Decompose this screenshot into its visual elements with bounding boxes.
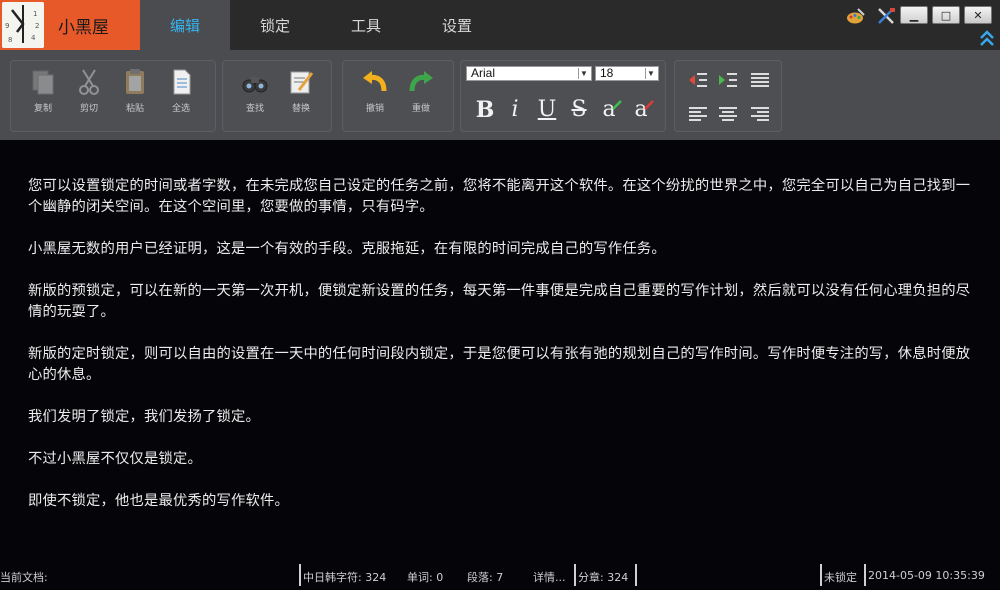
- binoculars-icon: [242, 77, 268, 93]
- svg-text:9: 9: [5, 22, 9, 30]
- clock-logo-icon: 1 2 4 8 9: [2, 2, 44, 48]
- tab-edit[interactable]: 编辑: [140, 0, 230, 50]
- chapter-count: 分章: 324: [578, 571, 629, 584]
- paste-label: 粘贴: [125, 104, 144, 114]
- tab-lock[interactable]: 锁定: [230, 0, 320, 50]
- align-center-icon[interactable]: [717, 105, 739, 123]
- paste-button[interactable]: 粘贴: [115, 67, 155, 127]
- status-divider: [574, 564, 576, 586]
- increase-indent-icon[interactable]: [717, 71, 739, 89]
- svg-text:1: 1: [33, 10, 37, 18]
- current-document-label: 当前文档:: [0, 571, 48, 584]
- toolbar: 复制 剪切 粘贴 全选 查找 替换 撤销 重做 Arial ▼ 18 ▼ B i…: [0, 50, 1000, 140]
- find-label: 查找: [245, 104, 264, 114]
- chevron-down-icon: ▼: [578, 68, 589, 79]
- status-bar: 当前文档: 中日韩字符: 324 单词: 0 段落: 7 详情... 分章: 3…: [0, 560, 1000, 590]
- align-left-icon[interactable]: [687, 105, 709, 123]
- paragraph-count: 段落: 7: [467, 571, 504, 584]
- status-divider: [864, 564, 866, 586]
- scissors-icon: [79, 69, 99, 95]
- cut-button[interactable]: 剪切: [69, 67, 109, 127]
- replace-label: 替换: [291, 104, 310, 114]
- paragraph[interactable]: 我们发明了锁定，我们发扬了锁定。: [28, 407, 978, 428]
- paragraph[interactable]: 即使不锁定，他也是最优秀的写作软件。: [28, 491, 978, 512]
- redo-button[interactable]: 重做: [401, 67, 441, 127]
- status-divider: [299, 564, 301, 586]
- svg-text:8: 8: [8, 36, 12, 44]
- document-text[interactable]: 您可以设置锁定的时间或者字数，在未完成您自己设定的任务之前，您将不能离开这个软件…: [28, 176, 978, 533]
- highlight-button[interactable]: a: [629, 97, 654, 127]
- undo-button[interactable]: 撤销: [355, 67, 395, 127]
- status-divider: [820, 564, 822, 586]
- font-color-button[interactable]: a: [597, 97, 622, 127]
- history-group: 撤销 重做: [342, 60, 454, 132]
- align-right-icon[interactable]: [749, 105, 771, 123]
- lock-status: 未锁定: [824, 571, 857, 584]
- font-size-select[interactable]: 18 ▼: [595, 66, 659, 81]
- svg-text:4: 4: [31, 34, 36, 42]
- tools-icon[interactable]: [876, 7, 896, 25]
- bold-button[interactable]: B: [473, 97, 497, 127]
- maximize-button[interactable]: □: [932, 6, 960, 24]
- select-all-button[interactable]: 全选: [161, 67, 201, 127]
- replace-button[interactable]: 替换: [281, 67, 321, 127]
- font-size-value: 18: [600, 66, 614, 80]
- list-icon[interactable]: [749, 71, 771, 89]
- document-icon: [173, 69, 191, 95]
- svg-text:2: 2: [35, 22, 39, 30]
- decrease-indent-icon[interactable]: [687, 71, 709, 89]
- paragraph[interactable]: 新版的定时锁定，则可以自由的设置在一天中的任何时间段内锁定，于是您便可以有张有弛…: [28, 344, 978, 386]
- palette-icon[interactable]: [846, 7, 866, 25]
- clipboard-icon: [126, 69, 144, 94]
- minimize-button[interactable]: ▁: [900, 6, 928, 24]
- details-link[interactable]: 详情...: [533, 569, 566, 585]
- search-group: 查找 替换: [222, 60, 332, 132]
- select-all-label: 全选: [171, 104, 190, 114]
- undo-label: 撤销: [365, 104, 384, 114]
- tab-tools[interactable]: 工具: [321, 0, 411, 50]
- clipboard-group: 复制 剪切 粘贴 全选: [10, 60, 216, 132]
- strikethrough-button[interactable]: S: [567, 97, 591, 127]
- copy-button[interactable]: 复制: [23, 67, 63, 127]
- copy-icon: [32, 70, 54, 95]
- editor-area[interactable]: 您可以设置锁定的时间或者字数，在未完成您自己设定的任务之前，您将不能离开这个软件…: [0, 140, 1000, 560]
- word-count: 单词: 0: [407, 571, 444, 584]
- edit-note-icon: [290, 71, 314, 94]
- green-pen-icon: [612, 100, 622, 110]
- tab-settings[interactable]: 设置: [412, 0, 502, 50]
- redo-label: 重做: [411, 104, 430, 114]
- cjk-char-count: 中日韩字符: 324: [303, 571, 387, 584]
- paragraph[interactable]: 您可以设置锁定的时间或者字数，在未完成您自己设定的任务之前，您将不能离开这个软件…: [28, 176, 978, 218]
- paragraph-group: [674, 60, 782, 132]
- collapse-toolbar-icon[interactable]: [979, 29, 995, 47]
- title-bar: 1 2 4 8 9 小黑屋 编辑 锁定 工具 设置 ▁ □ ✕: [0, 0, 1000, 50]
- font-family-value: Arial: [471, 66, 496, 80]
- paragraph[interactable]: 新版的预锁定，可以在新的一天第一次开机，便锁定新设置的任务，每天第一件事便是完成…: [28, 281, 978, 323]
- status-divider: [635, 564, 637, 586]
- window-controls: ▁ □ ✕: [900, 6, 992, 24]
- paragraph[interactable]: 不过小黑屋不仅仅是锁定。: [28, 449, 978, 470]
- font-family-select[interactable]: Arial ▼: [466, 66, 592, 81]
- undo-icon: [363, 71, 387, 92]
- datetime: 2014-05-09 10:35:39: [868, 569, 985, 582]
- red-pen-icon: [644, 100, 654, 110]
- italic-button[interactable]: i: [503, 97, 527, 127]
- app-brand: 1 2 4 8 9 小黑屋: [0, 0, 140, 50]
- underline-button[interactable]: U: [535, 97, 559, 127]
- close-button[interactable]: ✕: [964, 6, 992, 24]
- app-name: 小黑屋: [58, 17, 109, 38]
- copy-label: 复制: [33, 104, 52, 114]
- cut-label: 剪切: [79, 104, 98, 114]
- redo-icon: [409, 71, 433, 92]
- chevron-down-icon: ▼: [645, 68, 656, 79]
- font-group: Arial ▼ 18 ▼ B i U S a a: [460, 60, 666, 132]
- paragraph[interactable]: 小黑屋无数的用户已经证明，这是一个有效的手段。克服拖延，在有限的时间完成自己的写…: [28, 239, 978, 260]
- find-button[interactable]: 查找: [235, 67, 275, 127]
